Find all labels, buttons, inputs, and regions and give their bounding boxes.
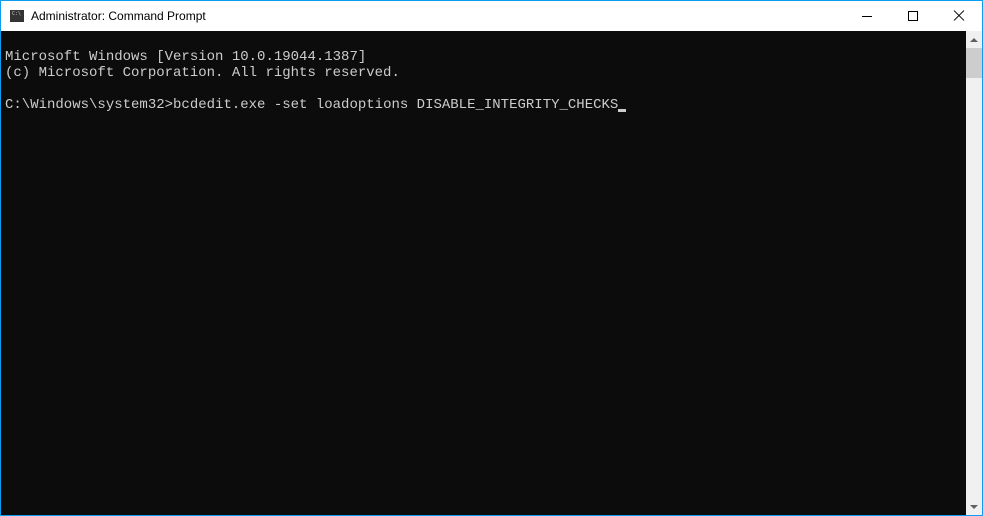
cursor bbox=[618, 109, 626, 112]
chevron-down-icon bbox=[970, 505, 978, 509]
maximize-button[interactable] bbox=[890, 1, 936, 31]
maximize-icon bbox=[908, 11, 918, 21]
scroll-down-button[interactable] bbox=[966, 498, 982, 515]
app-icon bbox=[9, 8, 25, 24]
scroll-up-button[interactable] bbox=[966, 31, 982, 48]
minimize-icon bbox=[862, 16, 872, 17]
scroll-track[interactable] bbox=[966, 48, 982, 498]
close-button[interactable] bbox=[936, 1, 982, 31]
command-input[interactable]: bcdedit.exe -set loadoptions DISABLE_INT… bbox=[173, 97, 618, 113]
prompt: C:\Windows\system32> bbox=[5, 97, 173, 113]
chevron-up-icon bbox=[970, 38, 978, 42]
scroll-thumb[interactable] bbox=[966, 48, 982, 78]
terminal-content[interactable]: Microsoft Windows [Version 10.0.19044.13… bbox=[1, 31, 966, 515]
command-prompt-window: Administrator: Command Prompt Microsoft … bbox=[0, 0, 983, 516]
titlebar[interactable]: Administrator: Command Prompt bbox=[1, 1, 982, 31]
window-title: Administrator: Command Prompt bbox=[31, 9, 844, 23]
minimize-button[interactable] bbox=[844, 1, 890, 31]
output-line: Microsoft Windows [Version 10.0.19044.13… bbox=[5, 49, 366, 65]
close-icon bbox=[953, 10, 965, 22]
output-line: (c) Microsoft Corporation. All rights re… bbox=[5, 65, 400, 81]
terminal-area: Microsoft Windows [Version 10.0.19044.13… bbox=[1, 31, 982, 515]
vertical-scrollbar[interactable] bbox=[966, 31, 982, 515]
window-controls bbox=[844, 1, 982, 31]
